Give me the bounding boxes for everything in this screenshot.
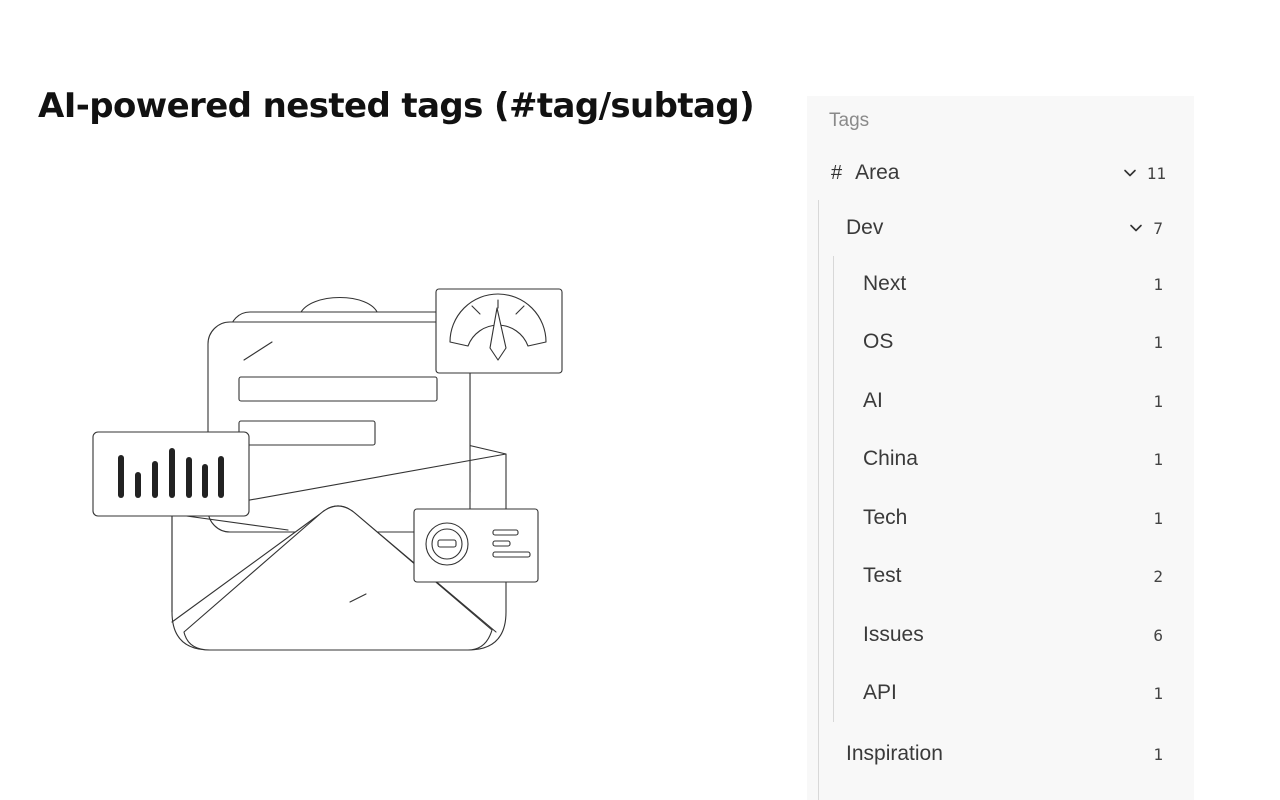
- dial-card-icon: [413, 508, 539, 583]
- tag-count: 1: [1153, 274, 1163, 294]
- tag-count: 7: [1153, 218, 1163, 238]
- tag-item-dev-next[interactable]: Next 1: [863, 264, 1194, 304]
- tag-count: 6: [1153, 625, 1163, 645]
- tag-item-dev-test[interactable]: Test 2: [863, 556, 1194, 596]
- tags-heading: Tags: [829, 110, 870, 131]
- tree-guide-dev: [833, 256, 834, 722]
- bar-chart-icon: [92, 431, 250, 517]
- tag-label: Test: [863, 564, 902, 587]
- tag-item-dev-api[interactable]: API 1: [863, 673, 1194, 713]
- tag-label: API: [863, 681, 897, 704]
- tag-item-dev-tech[interactable]: Tech 1: [863, 498, 1194, 538]
- page-title: AI-powered nested tags (#tag/subtag): [38, 86, 755, 126]
- tag-label: Area: [855, 161, 900, 184]
- tag-label: China: [863, 447, 918, 470]
- tag-count: 2: [1153, 566, 1163, 586]
- tag-label: Issues: [863, 623, 924, 646]
- tag-count: 1: [1153, 508, 1163, 528]
- tag-item-dev-os[interactable]: OS 1: [863, 322, 1194, 362]
- tag-item-inspiration[interactable]: Inspiration 1: [846, 734, 1194, 774]
- tag-count: 1: [1153, 391, 1163, 411]
- tag-label: Inspiration: [846, 742, 943, 765]
- tag-label: Next: [863, 272, 907, 295]
- tag-count: 1: [1153, 332, 1163, 352]
- tags-panel: Tags # Area 11 Dev 7 Next 1 OS 1 AI 1 Ch…: [807, 96, 1194, 800]
- tag-count: 1: [1153, 683, 1163, 703]
- hash-icon: #: [831, 161, 843, 184]
- tag-count: 11: [1146, 163, 1166, 183]
- tag-item-dev-ai[interactable]: AI 1: [863, 381, 1194, 421]
- tag-count: 1: [1153, 744, 1163, 764]
- tag-label: OS: [863, 330, 894, 353]
- tag-item-dev-china[interactable]: China 1: [863, 439, 1194, 479]
- tag-label: Tech: [863, 506, 908, 529]
- email-analytics-illustration: [92, 288, 563, 651]
- chevron-down-icon[interactable]: [1127, 219, 1145, 237]
- tag-label: AI: [863, 389, 883, 412]
- tag-label: Dev: [846, 216, 884, 239]
- tag-item-dev[interactable]: Dev 7: [846, 208, 1194, 248]
- tree-guide-area: [818, 200, 819, 800]
- gauge-icon: [435, 288, 563, 374]
- chevron-down-icon[interactable]: [1121, 164, 1139, 182]
- tag-count: 1: [1153, 449, 1163, 469]
- tag-item-area[interactable]: # Area 11: [831, 153, 1194, 193]
- tag-item-dev-issues[interactable]: Issues 6: [863, 615, 1194, 655]
